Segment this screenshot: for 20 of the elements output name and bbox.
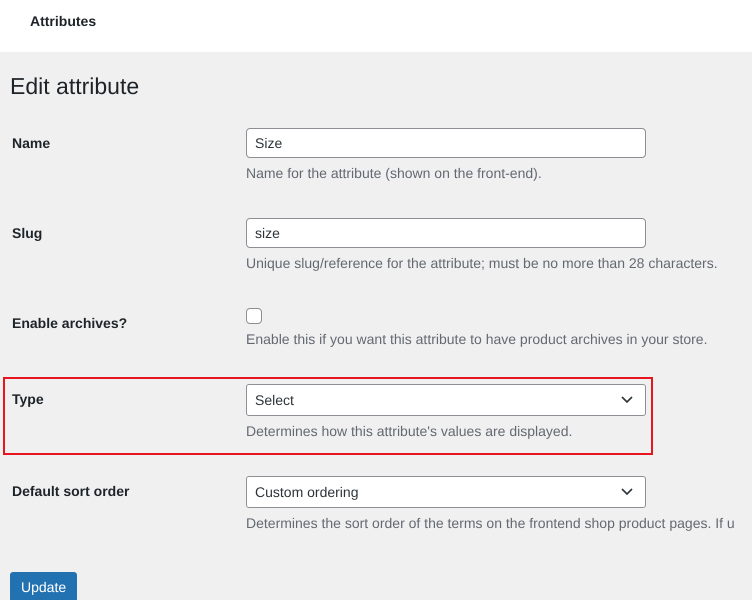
field-description: Determines the sort order of the terms on the frontend shop product pages. If u — [246, 514, 735, 533]
chevron-down-icon — [621, 396, 633, 404]
field-description: Name for the attribute (shown on the front-end). — [246, 164, 542, 183]
field-label: Name — [12, 134, 52, 151]
field-label: Type — [12, 390, 45, 407]
field-description: Unique slug/reference for the attribute; must be no more than 28 characters. — [246, 254, 718, 273]
update-button[interactable]: Update — [10, 572, 78, 600]
text-field[interactable]: Size — [246, 128, 646, 158]
page-title: Attributes — [30, 13, 96, 29]
checkbox[interactable] — [246, 308, 262, 324]
field-label: Default sort order — [12, 482, 130, 499]
chevron-down-icon — [621, 488, 633, 496]
text-field[interactable]: size — [246, 218, 646, 248]
select-dropdown[interactable]: Custom ordering — [246, 476, 646, 508]
heading: Edit attribute — [10, 72, 140, 100]
field-label: Slug — [12, 224, 44, 241]
field-description: Determines how this attribute's values are displayed. — [246, 422, 572, 441]
field-description: Enable this if you want this attribute to have product archives in your store. — [246, 330, 708, 349]
select-dropdown[interactable]: Select — [246, 384, 646, 416]
field-label: Enable archives? — [12, 314, 128, 331]
